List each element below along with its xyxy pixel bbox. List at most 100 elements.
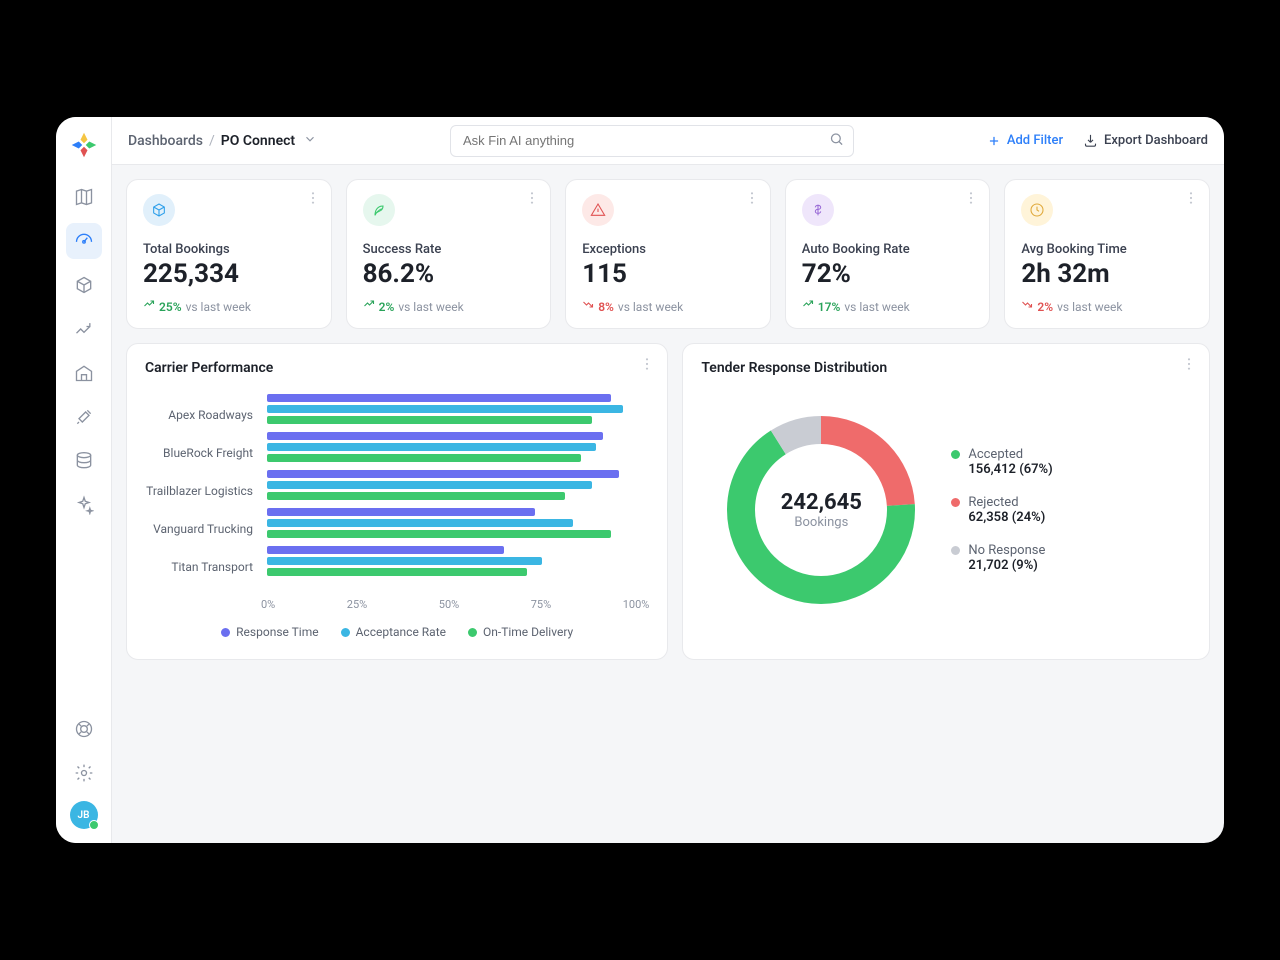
bar-segment [267, 470, 619, 478]
kpi-delta-comparison: vs last week [1057, 300, 1122, 314]
app-logo [70, 131, 98, 159]
card-menu-icon[interactable] [1181, 356, 1197, 376]
nav-warehouse-icon[interactable] [66, 355, 102, 391]
donut-center-value: 242,645 [781, 490, 862, 515]
nav-database-icon[interactable] [66, 443, 102, 479]
tender-legend-name: No Response [968, 543, 1045, 558]
bar-row [267, 428, 649, 466]
bar-segment [267, 568, 527, 576]
add-filter-button[interactable]: Add Filter [987, 133, 1063, 148]
legend-item: Acceptance Rate [341, 625, 446, 639]
kpi-label: Exceptions [582, 242, 754, 257]
kpi-delta-comparison: vs last week [398, 300, 463, 314]
legend-dot-icon [951, 450, 960, 459]
legend-dot-icon [468, 628, 477, 637]
bar-segment [267, 405, 623, 413]
card-menu-icon[interactable] [1183, 190, 1199, 210]
breadcrumb-root[interactable]: Dashboards [128, 133, 203, 149]
nav-sparkle-icon[interactable] [66, 487, 102, 523]
bar-segment [267, 492, 565, 500]
kpi-value: 225,334 [143, 259, 315, 289]
nav-help-icon[interactable] [66, 711, 102, 747]
bar-segment [267, 394, 611, 402]
donut-chart: 242,645 Bookings [721, 410, 921, 610]
main: Dashboards / PO Connect Add Filter Exp [112, 117, 1224, 843]
chevron-down-icon[interactable] [303, 132, 317, 150]
tender-legend-name: Accepted [968, 447, 1023, 462]
kpi-icon [582, 194, 614, 226]
tender-legend-value: 156,412 (67%) [968, 462, 1052, 477]
nav-analytics-icon[interactable] [66, 311, 102, 347]
kpi-delta-pct: 8% [598, 300, 614, 314]
kpi-card: Success Rate 86.2% 2% vs last week [346, 179, 552, 329]
nav-settings-icon[interactable] [66, 755, 102, 791]
kpi-row: Total Bookings 225,334 25% vs last week … [126, 179, 1210, 329]
kpi-delta-pct: 17% [818, 300, 841, 314]
tender-distribution-card: Tender Response Distribution 242,645 Boo… [682, 343, 1210, 660]
search-input[interactable] [450, 125, 854, 157]
chart-title: Tender Response Distribution [701, 360, 1191, 376]
x-tick: 75% [531, 598, 551, 611]
legend-dot-icon [221, 628, 230, 637]
search-icon[interactable] [829, 131, 844, 150]
user-avatar[interactable]: JB [70, 801, 98, 829]
sidebar: JB [56, 117, 112, 843]
bar-row [267, 466, 649, 504]
app-window: JB Dashboards / PO Connect Add Filter [56, 117, 1224, 843]
export-button[interactable]: Export Dashboard [1083, 133, 1208, 148]
chart-title: Carrier Performance [145, 360, 649, 376]
card-menu-icon[interactable] [524, 190, 540, 210]
bar-row [267, 542, 649, 580]
card-menu-icon[interactable] [963, 190, 979, 210]
x-tick: 100% [623, 598, 650, 611]
kpi-delta: 2% vs last week [363, 299, 535, 314]
x-tick: 50% [439, 598, 459, 611]
bar-category-label: Apex Roadways [145, 396, 253, 434]
bar-segment [267, 416, 592, 424]
nav-dashboard-icon[interactable] [66, 223, 102, 259]
kpi-card: Exceptions 115 8% vs last week [565, 179, 771, 329]
bar-row [267, 504, 649, 542]
bar-segment [267, 519, 573, 527]
nav-box-icon[interactable] [66, 267, 102, 303]
kpi-value: 86.2% [363, 259, 535, 289]
nav-tools-icon[interactable] [66, 399, 102, 435]
trend-arrow-icon [802, 299, 814, 314]
trend-arrow-icon [363, 299, 375, 314]
bar-segment [267, 454, 581, 462]
card-menu-icon[interactable] [639, 356, 655, 376]
kpi-value: 72% [802, 259, 974, 289]
x-tick: 0% [261, 598, 275, 611]
card-menu-icon[interactable] [744, 190, 760, 210]
bar-segment [267, 432, 603, 440]
legend-label: Response Time [236, 625, 318, 639]
donut-center-label: Bookings [794, 515, 848, 530]
legend-dot-icon [951, 498, 960, 507]
export-label: Export Dashboard [1104, 133, 1208, 148]
kpi-delta: 25% vs last week [143, 299, 315, 314]
kpi-delta-comparison: vs last week [186, 300, 251, 314]
legend-dot-icon [951, 546, 960, 555]
legend-item: On-Time Delivery [468, 625, 573, 639]
bar-category-label: BlueRock Freight [145, 434, 253, 472]
card-menu-icon[interactable] [305, 190, 321, 210]
bar-segment [267, 508, 535, 516]
kpi-value: 115 [582, 259, 754, 289]
kpi-label: Avg Booking Time [1021, 242, 1193, 257]
kpi-delta: 2% vs last week [1021, 299, 1193, 314]
tender-legend-name: Rejected [968, 495, 1018, 510]
kpi-delta-comparison: vs last week [618, 300, 683, 314]
tender-legend-item: Rejected 62,358 (24%) [951, 495, 1052, 525]
kpi-icon [802, 194, 834, 226]
tender-legend-value: 21,702 (9%) [968, 558, 1052, 573]
nav-map-icon[interactable] [66, 179, 102, 215]
breadcrumb-current[interactable]: PO Connect [221, 133, 295, 149]
tender-legend-value: 62,358 (24%) [968, 510, 1052, 525]
kpi-icon [143, 194, 175, 226]
kpi-label: Success Rate [363, 242, 535, 257]
bar-category-label: Trailblazer Logistics [145, 472, 253, 510]
charts-row: Carrier Performance Apex RoadwaysBlueRoc… [126, 343, 1210, 660]
kpi-value: 2h 32m [1021, 259, 1193, 289]
bar-category-label: Vanguard Trucking [145, 510, 253, 548]
add-filter-label: Add Filter [1007, 133, 1063, 148]
